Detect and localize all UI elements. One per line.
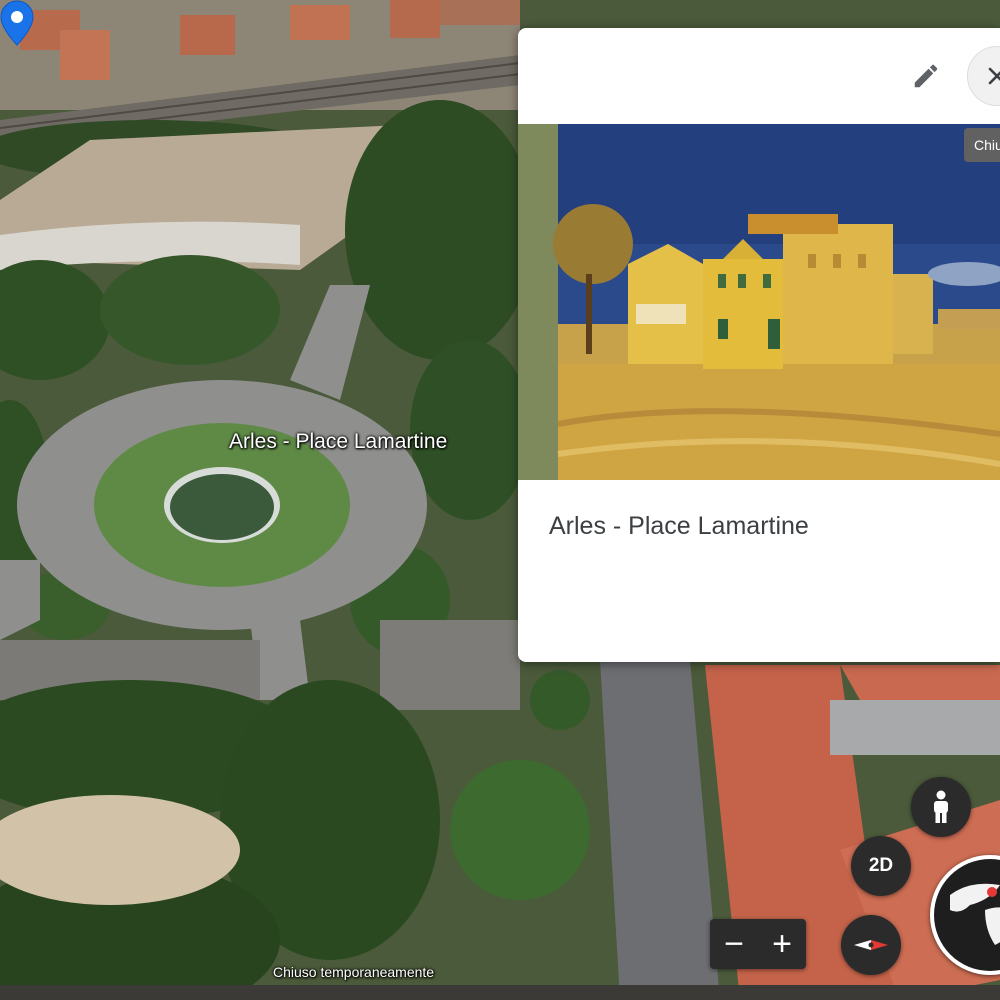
street-view-button[interactable] [911,777,971,837]
zoom-control: − + [710,919,806,969]
edit-button[interactable] [900,50,952,102]
pencil-icon [914,64,938,88]
zoom-out-button[interactable]: − [710,919,758,969]
status-label: Chiuso temporaneamente [273,964,435,980]
location-pin-icon[interactable] [0,0,34,46]
close-button[interactable] [967,46,1000,106]
close-icon [988,67,1000,85]
yellow-house-painting [518,124,1000,480]
card-title: Arles - Place Lamartine [549,512,809,540]
zoom-in-button[interactable]: + [758,919,806,969]
tooltip: Chiu [964,128,1000,162]
pegman-icon [934,790,948,823]
compass-button[interactable] [841,915,901,975]
view-toggle-button[interactable]: 2D [851,836,911,896]
place-label[interactable]: Arles - Place Lamartine [229,430,447,454]
compass-icon [854,940,888,950]
info-card: Chiu Arles - Place Lamartine [518,28,1000,662]
card-image[interactable] [518,124,1000,480]
